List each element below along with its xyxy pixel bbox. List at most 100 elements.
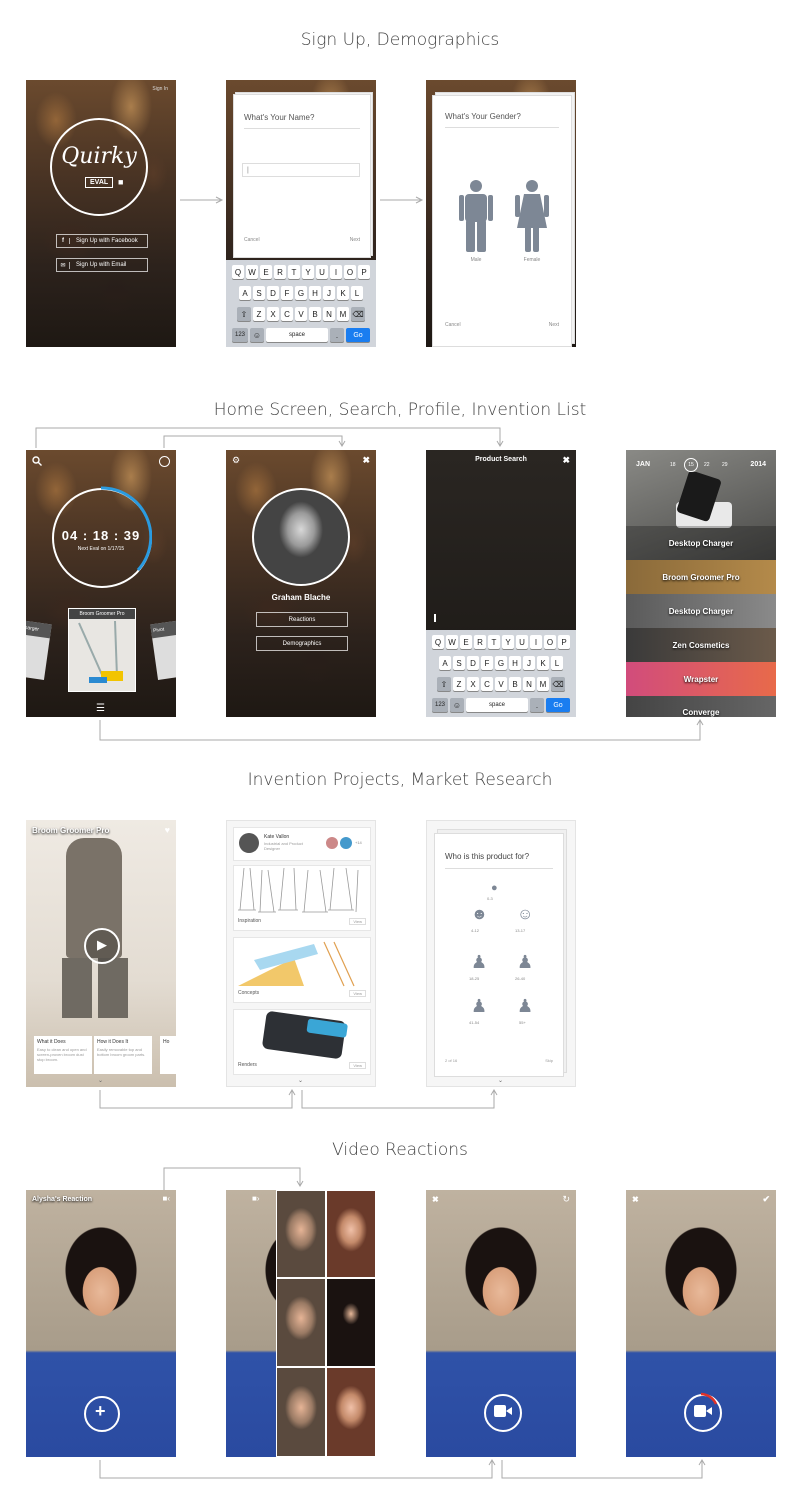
space-key[interactable]: space	[466, 698, 528, 712]
switch-camera-icon[interactable]: ↻	[562, 1194, 570, 1205]
avatar[interactable]	[252, 488, 350, 586]
view-button[interactable]: View	[349, 990, 366, 997]
reaction-thumbnail[interactable]	[326, 1367, 376, 1457]
designer-avatar[interactable]	[239, 833, 259, 853]
name-input[interactable]: |	[242, 163, 360, 177]
key[interactable]: M	[537, 677, 549, 691]
numbers-key[interactable]: 123	[432, 698, 448, 712]
renders-card[interactable]: Renders View	[233, 1009, 371, 1075]
key[interactable]: N	[523, 677, 535, 691]
senior-icon[interactable]: ♟	[517, 996, 533, 1017]
key[interactable]: J	[523, 656, 535, 670]
collaborator-avatar[interactable]	[326, 837, 338, 849]
key[interactable]: A	[239, 286, 251, 300]
key[interactable]: D	[267, 286, 279, 300]
female-icon[interactable]	[515, 180, 549, 252]
key[interactable]: I	[530, 635, 542, 649]
key[interactable]: Y	[502, 635, 514, 649]
backspace-key-icon[interactable]: ⌫	[551, 677, 565, 691]
day-18[interactable]: 18	[670, 462, 676, 468]
next-button[interactable]: Next	[549, 322, 559, 328]
key[interactable]: W	[246, 265, 258, 279]
male-icon[interactable]	[459, 180, 493, 252]
facebook-signup-button[interactable]: f Sign Up with Facebook	[56, 234, 148, 248]
emoji-key-icon[interactable]: ☺	[250, 328, 264, 342]
list-item[interactable]: Desktop Charger	[626, 526, 776, 560]
key[interactable]: S	[253, 286, 265, 300]
inspiration-card[interactable]: Inspiration View	[233, 865, 371, 931]
list-item[interactable]: Converge	[626, 696, 776, 717]
info-card-how[interactable]: How it Does It Easily removable top and …	[94, 1036, 152, 1074]
list-item[interactable]: Zen Cosmetics	[626, 628, 776, 662]
numbers-key[interactable]: 123	[232, 328, 248, 342]
key[interactable]: Y	[302, 265, 314, 279]
day-22[interactable]: 22	[704, 462, 710, 468]
key[interactable]: E	[260, 265, 272, 279]
key[interactable]: I	[330, 265, 342, 279]
go-key[interactable]: Go	[546, 698, 570, 712]
backspace-key-icon[interactable]: ⌫	[351, 307, 365, 321]
key[interactable]: J	[323, 286, 335, 300]
emoji-key-icon[interactable]: ☺	[450, 698, 464, 712]
search-icon[interactable]	[32, 456, 42, 466]
email-signup-button[interactable]: ✉ Sign Up with Email	[56, 258, 148, 272]
key[interactable]: R	[474, 635, 486, 649]
space-key[interactable]: space	[266, 328, 328, 342]
invention-card-center[interactable]: Broom Groomer Pro	[68, 608, 136, 692]
key[interactable]: D	[467, 656, 479, 670]
collaborator-avatar[interactable]	[340, 837, 352, 849]
play-button[interactable]: ▶	[84, 928, 120, 964]
chevron-down-icon[interactable]: ⌄	[298, 1077, 303, 1084]
day-15-selected[interactable]: 15	[684, 458, 698, 472]
concepts-card[interactable]: Concepts View	[233, 937, 371, 1003]
key[interactable]: P	[558, 635, 570, 649]
list-item[interactable]: Wrapster	[626, 662, 776, 696]
day-29[interactable]: 29	[722, 462, 728, 468]
key[interactable]: R	[274, 265, 286, 279]
key[interactable]: C	[481, 677, 493, 691]
reaction-thumbnail[interactable]	[326, 1278, 376, 1367]
key[interactable]: U	[316, 265, 328, 279]
next-button[interactable]: Next	[350, 237, 360, 243]
key[interactable]: K	[337, 286, 349, 300]
key[interactable]: G	[295, 286, 307, 300]
key[interactable]: H	[509, 656, 521, 670]
gear-icon[interactable]: ⚙	[232, 455, 240, 466]
key[interactable]: K	[537, 656, 549, 670]
search-input[interactable]	[434, 614, 436, 622]
middle-age-icon[interactable]: ♟	[471, 996, 487, 1017]
key[interactable]: W	[446, 635, 458, 649]
menu-icon[interactable]: ☰	[96, 703, 105, 714]
key[interactable]: N	[323, 307, 335, 321]
key[interactable]: P	[358, 265, 370, 279]
info-card-next[interactable]: Ho	[160, 1036, 176, 1074]
key[interactable]: S	[453, 656, 465, 670]
reaction-thumbnail[interactable]	[276, 1278, 326, 1367]
key[interactable]: O	[544, 635, 556, 649]
key[interactable]: F	[281, 286, 293, 300]
key[interactable]: M	[337, 307, 349, 321]
key[interactable]: Z	[453, 677, 465, 691]
cancel-button[interactable]: Cancel	[445, 322, 461, 328]
close-icon[interactable]: ✖	[632, 1195, 639, 1204]
key[interactable]: V	[495, 677, 507, 691]
add-reaction-button[interactable]: +	[84, 1396, 120, 1432]
reaction-thumbnail[interactable]	[326, 1190, 376, 1278]
invention-card-left[interactable]: Charger	[26, 620, 52, 680]
video-gallery-icon[interactable]: ■›	[252, 1194, 260, 1203]
child-icon[interactable]: ☻	[471, 906, 488, 924]
key[interactable]: Z	[253, 307, 265, 321]
key[interactable]: C	[281, 307, 293, 321]
key[interactable]: O	[344, 265, 356, 279]
key[interactable]: F	[481, 656, 493, 670]
key[interactable]: A	[439, 656, 451, 670]
sign-in-link[interactable]: Sign In	[152, 86, 168, 92]
shift-key-icon[interactable]: ⇧	[437, 677, 451, 691]
key[interactable]: H	[309, 286, 321, 300]
key[interactable]: X	[267, 307, 279, 321]
key[interactable]: L	[551, 656, 563, 670]
list-item[interactable]: Desktop Charger	[626, 594, 776, 628]
invention-card-right[interactable]: Pivot	[150, 620, 176, 680]
key[interactable]: U	[516, 635, 528, 649]
key[interactable]: B	[309, 307, 321, 321]
